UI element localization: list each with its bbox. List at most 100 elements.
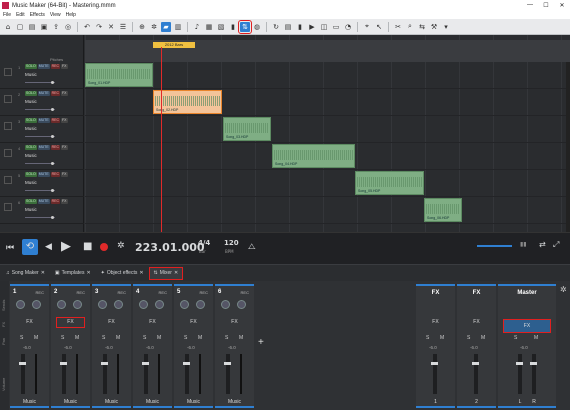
send-knob[interactable] xyxy=(237,300,246,309)
level-icon[interactable]: ▮ xyxy=(295,22,305,32)
record-arm-button[interactable]: REC xyxy=(50,199,61,204)
master-volume-slider[interactable] xyxy=(477,245,512,247)
mute-button[interactable]: M xyxy=(34,335,38,341)
split-icon[interactable]: ▥ xyxy=(173,22,183,32)
channel-rec-button[interactable]: REC xyxy=(159,290,167,295)
volume-fader[interactable] xyxy=(142,354,149,394)
track-name[interactable]: Music xyxy=(25,207,37,212)
channel-fx-button[interactable]: FX xyxy=(180,318,207,327)
track-lane[interactable]: Song_04.HDP xyxy=(85,143,570,170)
mute-button[interactable]: MUTE xyxy=(37,64,50,69)
fader-cap[interactable] xyxy=(224,362,231,365)
video-icon[interactable]: ▶ xyxy=(307,22,317,32)
tempo-value[interactable]: 120 xyxy=(224,239,239,247)
record-arm-button[interactable]: REC xyxy=(50,172,61,177)
mute-button[interactable]: MUTE xyxy=(37,199,50,204)
solo-button[interactable]: S xyxy=(514,335,517,341)
properties-icon[interactable]: ☰ xyxy=(118,22,128,32)
track-fx-button[interactable]: FX xyxy=(61,64,68,69)
solo-button[interactable]: S xyxy=(20,335,23,341)
channel-fx-button[interactable]: FX xyxy=(221,318,248,327)
volume-fader[interactable] xyxy=(183,354,190,394)
send-knob[interactable] xyxy=(139,300,148,309)
tools-icon[interactable]: ⚒ xyxy=(429,22,439,32)
close-icon[interactable]: ✕ xyxy=(41,270,45,276)
channel-fx-button[interactable]: FX xyxy=(98,318,125,327)
record-arm-button[interactable]: REC xyxy=(50,145,61,150)
channel-fx-button[interactable]: FX xyxy=(56,317,85,328)
channel-name[interactable]: Music xyxy=(133,399,172,405)
delete-icon[interactable]: ✕ xyxy=(106,22,116,32)
track-header[interactable]: 4 SOLO MUTE REC FX Music xyxy=(0,143,84,170)
menu-edit[interactable]: Edit xyxy=(16,12,25,18)
minimize-button[interactable]: — xyxy=(522,2,538,9)
track-name[interactable]: Music xyxy=(25,126,37,131)
tab-mixer[interactable]: ⇅ Mixer ✕ xyxy=(148,266,184,280)
audio-clip[interactable]: Song_01.HDP xyxy=(85,63,153,87)
solo-button[interactable]: SOLO xyxy=(25,199,37,204)
time-signature[interactable]: 4/4 xyxy=(198,239,210,247)
track-name[interactable]: Music xyxy=(25,180,37,185)
send-knob[interactable] xyxy=(180,300,189,309)
send-knob[interactable] xyxy=(16,300,25,309)
stop-icon[interactable]: ■ xyxy=(83,241,92,252)
track-header[interactable]: 3 SOLO MUTE REC FX Music xyxy=(0,116,84,143)
volume-fader[interactable] xyxy=(431,354,438,394)
more-icon[interactable]: ▾ xyxy=(441,22,451,32)
channel-name[interactable]: Music xyxy=(215,399,254,405)
track-lane[interactable]: Song_01.HDP xyxy=(85,62,570,89)
menu-view[interactable]: View xyxy=(50,12,61,18)
clip-icon[interactable]: ▭ xyxy=(331,22,341,32)
mixer-icon[interactable]: ⇅ xyxy=(238,19,252,34)
reverse-icon[interactable]: ⇆ xyxy=(417,22,427,32)
mute-button[interactable]: M xyxy=(116,335,120,341)
track-volume-slider[interactable] xyxy=(25,135,55,138)
mute-button[interactable]: MUTE xyxy=(37,145,50,150)
record-icon[interactable] xyxy=(100,243,108,251)
export-icon[interactable]: ⇪ xyxy=(51,22,61,32)
mute-button[interactable]: MUTE xyxy=(37,118,50,123)
arrangement-area[interactable]: Song_01.HDP Song_02.HDP Song_03.HDP Song_04… xyxy=(85,35,570,232)
solo-button[interactable]: SOLO xyxy=(25,172,37,177)
audio-clip[interactable]: Song_06.HDP xyxy=(424,198,462,222)
track-name[interactable]: Music xyxy=(25,99,37,104)
solo-button[interactable]: S xyxy=(102,335,105,341)
track-volume-slider[interactable] xyxy=(25,108,55,111)
send-knob[interactable] xyxy=(114,300,123,309)
track-name[interactable]: Music xyxy=(25,153,37,158)
home-icon[interactable]: ⌂ xyxy=(3,22,13,32)
channel-rec-button[interactable]: REC xyxy=(241,290,249,295)
channel-fx-button[interactable]: FX xyxy=(16,318,43,327)
record-arm-button[interactable]: REC xyxy=(50,91,61,96)
add-channel-button[interactable]: + xyxy=(258,337,264,348)
metronome-icon[interactable]: ⧍ xyxy=(248,242,255,252)
master-fader-left[interactable] xyxy=(516,354,523,394)
snapshot-icon[interactable]: ◫ xyxy=(319,22,329,32)
track-lane[interactable]: Song_05.HDP xyxy=(85,170,570,197)
tab-templates[interactable]: ▣ Templates ✕ xyxy=(51,268,95,279)
settings-icon[interactable]: ✲ xyxy=(560,285,567,294)
track-volume-slider[interactable] xyxy=(25,216,55,219)
music-note-icon[interactable]: ♪ xyxy=(192,22,202,32)
master-fx-button[interactable]: FX xyxy=(503,319,551,333)
loop-icon[interactable]: ↻ xyxy=(271,22,281,32)
track-fx-button[interactable]: FX xyxy=(61,199,68,204)
fader-cap[interactable] xyxy=(516,362,523,365)
tab-object-effects[interactable]: ✦ Object effects ✕ xyxy=(97,268,148,279)
gear-icon[interactable]: ✲ xyxy=(117,241,125,251)
audio-clip[interactable]: Song_03.HDP xyxy=(223,117,271,141)
track-grip-icon[interactable] xyxy=(4,203,12,211)
track-fx-button[interactable]: FX xyxy=(61,145,68,150)
track-volume-slider[interactable] xyxy=(25,162,55,165)
mute-button[interactable]: MUTE xyxy=(37,91,50,96)
rewind-icon[interactable]: ◀ xyxy=(45,242,52,252)
undo-icon[interactable]: ↶ xyxy=(82,22,92,32)
view-toggle-icon[interactable]: ⇄ xyxy=(539,240,546,249)
send-knob[interactable] xyxy=(221,300,230,309)
track-lane[interactable]: Song_06.HDP xyxy=(85,197,570,224)
track-grip-icon[interactable] xyxy=(4,176,12,184)
piano-icon[interactable]: ▮ xyxy=(228,22,238,32)
menu-effects[interactable]: Effects xyxy=(30,12,45,18)
keyboard-icon[interactable]: ▦ xyxy=(204,22,214,32)
burn-icon[interactable]: ◎ xyxy=(63,22,73,32)
